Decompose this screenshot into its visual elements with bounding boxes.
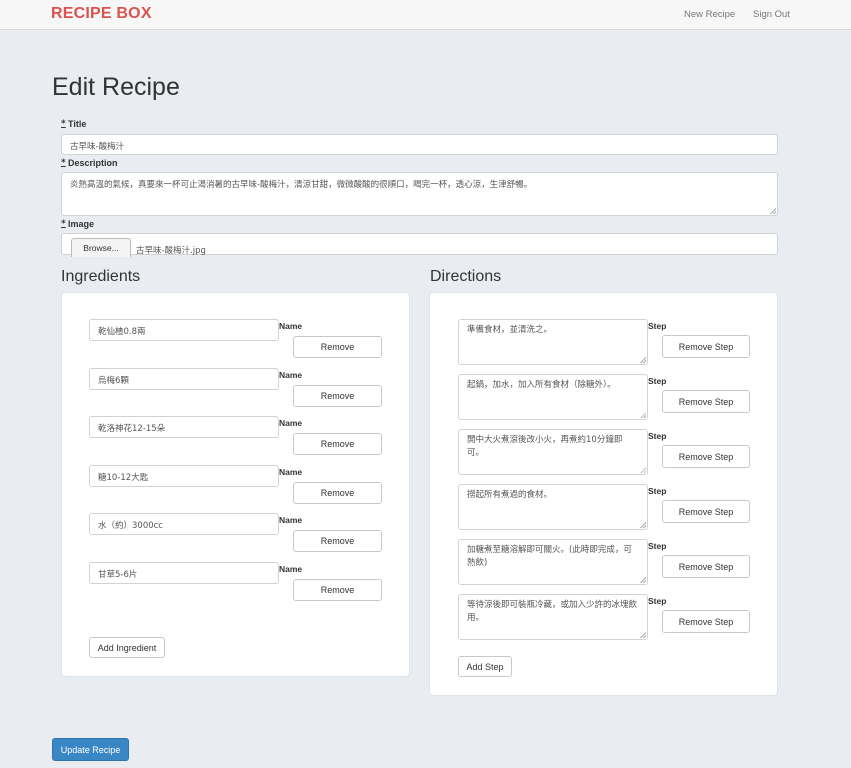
ingredient-name-label: Name	[279, 467, 303, 477]
image-label: Image	[68, 219, 95, 229]
ingredient-name-label: Name	[279, 418, 303, 428]
remove-step-button[interactable]: Remove Step	[662, 445, 750, 468]
description-label: Description	[68, 158, 118, 168]
step-label: Step	[648, 486, 667, 496]
step-textarea[interactable]: 準備食材，並清洗之。	[458, 319, 648, 365]
ingredient-name-label: Name	[279, 515, 303, 525]
remove-ingredient-button[interactable]: Remove	[293, 530, 382, 552]
remove-step-button[interactable]: Remove Step	[662, 335, 750, 358]
remove-ingredient-button[interactable]: Remove	[293, 336, 382, 358]
update-recipe-button[interactable]: Update Recipe	[52, 738, 129, 761]
navbar: RECIPE BOX New Recipe Sign Out	[0, 0, 851, 30]
add-ingredient-button[interactable]: Add Ingredient	[89, 637, 165, 658]
step-text: 撈起所有煮過的食材。	[467, 490, 553, 500]
remove-step-button[interactable]: Remove Step	[662, 390, 750, 413]
resize-grip-icon[interactable]	[640, 577, 646, 583]
step-label: Step	[648, 321, 667, 331]
required-mark: *	[61, 158, 66, 168]
new-recipe-link[interactable]: New Recipe	[684, 9, 735, 20]
description-textarea[interactable]: 炎熱高溫的氣候，真要來一杯可止渴消暑的古早味-酸梅汁，清涼甘甜，微微酸酸的很順口…	[61, 172, 778, 216]
step-textarea[interactable]: 開中大火煮滾後改小火，再煮約10分鐘即可。	[458, 429, 648, 475]
resize-grip-icon[interactable]	[640, 632, 646, 638]
ingredient-name-input[interactable]: 烏梅6顆	[89, 368, 279, 390]
required-mark: *	[61, 119, 66, 129]
step-text: 加糖煮至糖溶解即可關火。(此時即完成，可熱飲)	[467, 545, 632, 568]
step-textarea[interactable]: 等待涼後即可裝瓶冷藏，或加入少許的冰塊飲用。	[458, 594, 648, 640]
required-mark: *	[61, 219, 66, 229]
remove-step-button[interactable]: Remove Step	[662, 555, 750, 578]
step-text: 起鍋，加水，加入所有食材（除糖外）。	[467, 380, 616, 390]
remove-ingredient-button[interactable]: Remove	[293, 579, 382, 601]
step-text: 開中大火煮滾後改小火，再煮約10分鐘即可。	[467, 435, 623, 458]
step-text: 等待涼後即可裝瓶冷藏，或加入少許的冰塊飲用。	[467, 600, 638, 623]
step-label: Step	[648, 376, 667, 386]
ingredient-name-input[interactable]: 乾仙楂0.8兩	[89, 319, 279, 341]
description-text: 炎熱高溫的氣候，真要來一杯可止渴消暑的古早味-酸梅汁，清涼甘甜，微微酸酸的很順口…	[70, 180, 533, 190]
ingredient-name-input[interactable]: 水（約）3000cc	[89, 513, 279, 535]
step-textarea[interactable]: 起鍋，加水，加入所有食材（除糖外）。	[458, 374, 648, 420]
ingredient-name-label: Name	[279, 370, 303, 380]
remove-ingredient-button[interactable]: Remove	[293, 385, 382, 407]
ingredient-name-input[interactable]: 糖10-12大匙	[89, 465, 279, 487]
title-label: Title	[68, 119, 87, 129]
sign-out-link[interactable]: Sign Out	[753, 9, 790, 20]
resize-grip-icon[interactable]	[640, 412, 646, 418]
remove-step-button[interactable]: Remove Step	[662, 610, 750, 633]
browse-button[interactable]: Browse...	[71, 238, 131, 257]
resize-grip-icon[interactable]	[640, 522, 646, 528]
ingredient-name-label: Name	[279, 564, 303, 574]
image-filename: 古早味-酸梅汁.jpg	[136, 246, 206, 256]
brand-logo[interactable]: RECIPE BOX	[51, 5, 152, 23]
ingredient-name-input[interactable]: 甘草5-6片	[89, 562, 279, 584]
directions-title: Directions	[430, 268, 502, 285]
ingredients-title: Ingredients	[61, 268, 141, 285]
resize-grip-icon[interactable]	[640, 467, 646, 473]
step-label: Step	[648, 596, 667, 606]
remove-ingredient-button[interactable]: Remove	[293, 433, 382, 455]
step-label: Step	[648, 431, 667, 441]
resize-grip-icon[interactable]	[640, 357, 646, 363]
step-textarea[interactable]: 撈起所有煮過的食材。	[458, 484, 648, 530]
remove-step-button[interactable]: Remove Step	[662, 500, 750, 523]
step-textarea[interactable]: 加糖煮至糖溶解即可關火。(此時即完成，可熱飲)	[458, 539, 648, 585]
step-text: 準備食材，並清洗之。	[467, 325, 553, 335]
add-step-button[interactable]: Add Step	[458, 656, 512, 677]
ingredient-name-label: Name	[279, 321, 303, 331]
resize-grip-icon[interactable]	[770, 208, 776, 214]
step-label: Step	[648, 541, 667, 551]
title-input[interactable]: 古早味-酸梅汁	[61, 134, 778, 155]
page-title: Edit Recipe	[52, 73, 180, 101]
remove-ingredient-button[interactable]: Remove	[293, 482, 382, 504]
ingredient-name-input[interactable]: 乾洛神花12-15朵	[89, 416, 279, 438]
